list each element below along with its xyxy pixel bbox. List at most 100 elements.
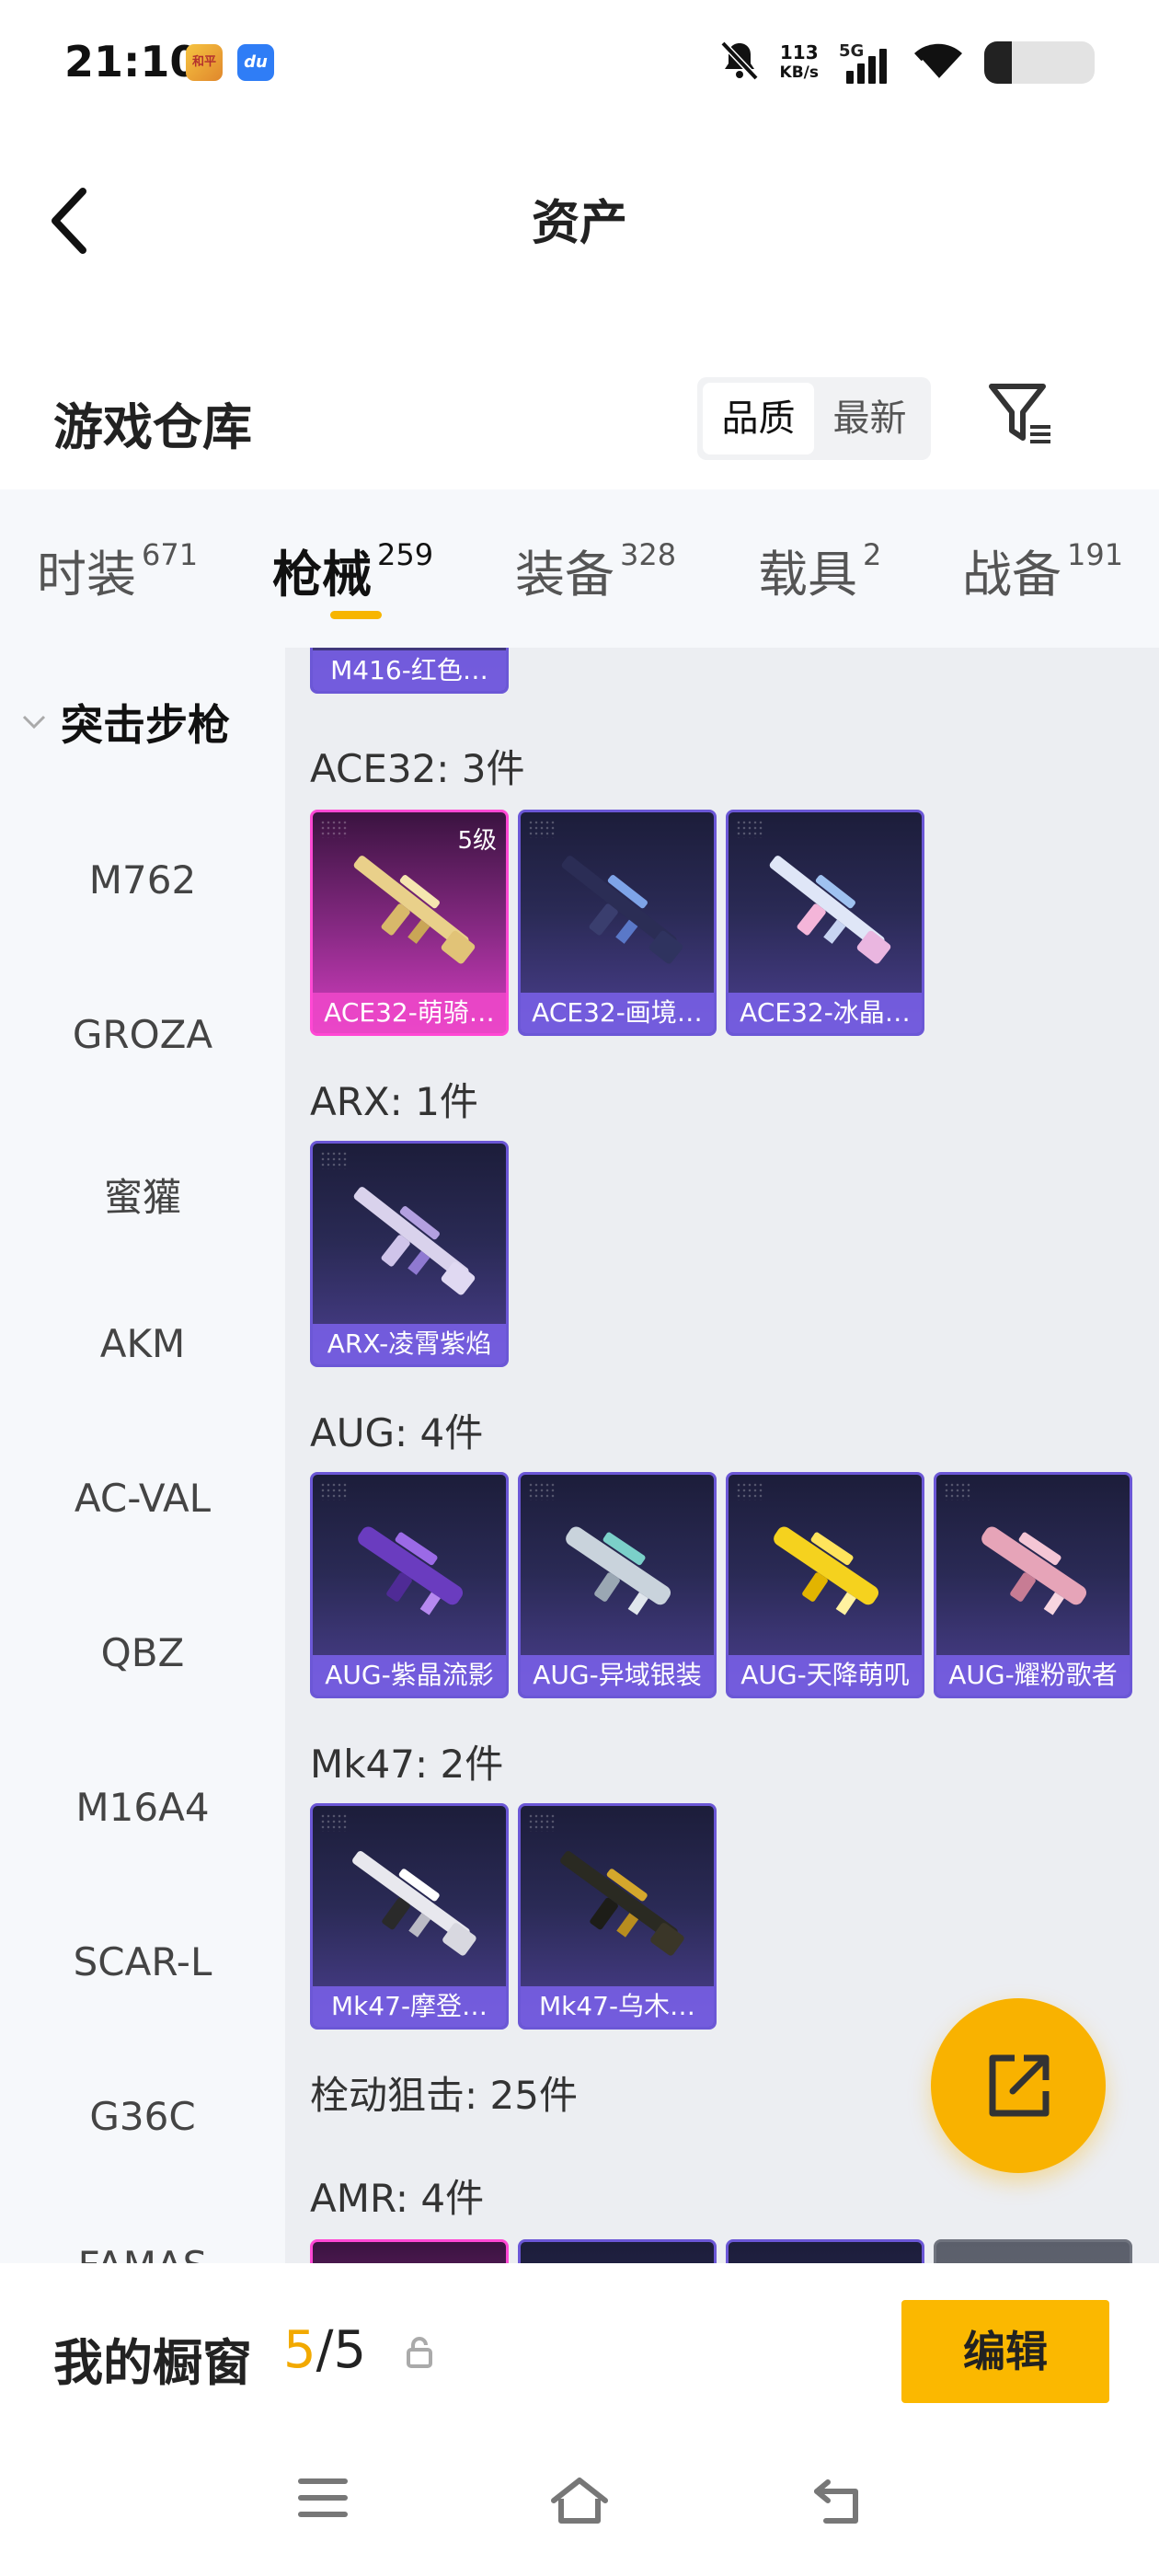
rifle-icon — [981, 1526, 1087, 1616]
weapon-card-label: ACE32-画境… — [521, 993, 714, 1033]
sort-option-newest[interactable]: 最新 — [814, 383, 925, 454]
signal-icon: 5G — [839, 41, 892, 84]
tab-supplies[interactable]: 战备 191 — [962, 534, 1123, 606]
sidebar-category-label: 突击步枪 — [61, 700, 230, 750]
sidebar-item-m16a4[interactable]: M16A4 — [0, 1785, 285, 1830]
system-nav-bar — [0, 2420, 1159, 2576]
weapon-card-label: ACE32-萌骑… — [313, 993, 506, 1033]
tab-equipment[interactable]: 装备 328 — [515, 534, 676, 606]
wifi-icon — [912, 40, 964, 85]
showcase-title: 我的橱窗 — [53, 2334, 252, 2392]
sidebar-item-qbz[interactable]: QBZ — [0, 1630, 285, 1675]
sidebar-item-g36c[interactable]: G36C — [0, 2094, 285, 2139]
active-tab-indicator — [330, 611, 382, 619]
tab-label: 战备 — [962, 546, 1061, 604]
tab-vehicles[interactable]: 载具 2 — [758, 534, 881, 606]
tab-count: 259 — [377, 537, 434, 572]
weapon-card-label: ARX-凌霄紫焰 — [313, 1324, 506, 1364]
group-title-amr: AMR: 4件 — [310, 2176, 485, 2221]
group-title-arx: ARX: 1件 — [310, 1079, 478, 1124]
warehouse-header: 游戏仓库 品质 最新 — [0, 368, 1159, 469]
weapon-card[interactable]: AUG-异域银装 — [518, 1472, 717, 1698]
tab-label: 载具 — [758, 546, 857, 604]
tab-label: 枪械 — [272, 546, 372, 604]
rifle-icon — [561, 856, 683, 964]
menu-icon[interactable] — [296, 2475, 350, 2521]
weapon-card-label: ACE32-冰晶… — [729, 993, 922, 1033]
weapon-card[interactable] — [726, 2239, 924, 2263]
filter-icon — [989, 384, 1050, 443]
weapon-card[interactable]: ARX-凌霄紫焰 — [310, 1141, 509, 1367]
page-header: 资产 — [0, 147, 1159, 276]
weapon-card[interactable]: Mk47-摩登… — [310, 1803, 509, 2030]
tab-label: 装备 — [515, 546, 614, 604]
tab-fashion[interactable]: 时装 671 — [37, 534, 198, 606]
weapon-card[interactable]: Mk47-乌木… — [518, 1803, 717, 2030]
sidebar-item-m762[interactable]: M762 — [0, 857, 285, 903]
weapon-card-label: AUG-天降萌叽 — [729, 1655, 922, 1696]
rifle-icon — [358, 1526, 464, 1616]
tab-count: 191 — [1067, 537, 1124, 572]
edit-button[interactable]: 编辑 — [901, 2300, 1109, 2403]
weapon-card[interactable]: ACE32-画境… — [518, 810, 717, 1036]
battery-icon — [984, 41, 1095, 84]
weapon-card[interactable]: M416-红色… — [310, 648, 509, 694]
home-icon[interactable] — [548, 2475, 611, 2526]
share-button[interactable] — [931, 1998, 1106, 2173]
lock-icon — [407, 2337, 432, 2368]
weapon-category-sidebar: 突击步枪 M762 GROZA 蜜獾 AKM AC-VAL QBZ M16A4 … — [0, 648, 285, 2263]
net-speed: 113 KB/s — [780, 42, 819, 83]
weapon-card[interactable] — [518, 2239, 717, 2263]
rifle-icon — [769, 856, 891, 964]
weapon-card-label: Mk47-摩登… — [313, 1986, 506, 2027]
back-nav-icon[interactable] — [809, 2475, 863, 2526]
weapon-card-label: AUG-耀粉歌者 — [936, 1655, 1130, 1696]
rifle-icon — [352, 1851, 476, 1956]
filter-button[interactable] — [984, 377, 1058, 451]
tab-count: 671 — [142, 537, 199, 572]
sidebar-item-scar-l[interactable]: SCAR-L — [0, 1939, 285, 1984]
weapon-card[interactable]: ACE32-冰晶… — [726, 810, 924, 1036]
rifle-icon — [566, 1526, 671, 1616]
weapon-card[interactable]: 5级 ACE32-萌骑… — [310, 810, 509, 1036]
network-type: 5G — [839, 41, 865, 61]
weapon-card-label: AUG-异域银装 — [521, 1655, 714, 1696]
tab-label: 时装 — [37, 546, 136, 604]
weapon-card[interactable] — [310, 2239, 509, 2263]
du-app-icon: du — [237, 44, 274, 81]
status-time: 21:10 — [64, 37, 200, 86]
tab-count: 328 — [620, 537, 677, 572]
weapon-card-label: Mk47-乌木… — [521, 1986, 714, 2027]
sort-toggle: 品质 最新 — [697, 377, 931, 460]
showcase-count: 5/5 — [283, 2320, 366, 2380]
section-title-bolt-sniper: 栓动狙击: 25件 — [310, 2073, 578, 2118]
weapon-card-label: M416-红色… — [313, 650, 506, 691]
tab-count: 2 — [863, 537, 882, 572]
warehouse-title: 游戏仓库 — [53, 398, 252, 456]
sort-option-quality[interactable]: 品质 — [703, 383, 814, 454]
weapon-card[interactable]: AUG-天降萌叽 — [726, 1472, 924, 1698]
sidebar-item-groza[interactable]: GROZA — [0, 1012, 285, 1057]
sidebar-item-honey-badger[interactable]: 蜜獾 — [0, 1167, 285, 1223]
showcase-total: 5 — [333, 2320, 367, 2380]
net-speed-unit: KB/s — [779, 63, 819, 82]
group-title-aug: AUG: 4件 — [310, 1410, 484, 1455]
group-title-mk47: Mk47: 2件 — [310, 1742, 504, 1787]
net-speed-value: 113 — [779, 41, 819, 63]
share-icon — [989, 2054, 1050, 2117]
showcase-current: 5 — [283, 2320, 316, 2380]
weapon-card[interactable]: AUG-紫晶流影 — [310, 1472, 509, 1698]
weapon-card[interactable] — [934, 2239, 1132, 2263]
showcase-bar: 我的橱窗 5/5 编辑 — [0, 2263, 1159, 2420]
weapon-card-label: AUG-紫晶流影 — [313, 1655, 506, 1696]
weapon-card[interactable]: AUG-耀粉歌者 — [934, 1472, 1132, 1698]
rifle-icon — [774, 1526, 879, 1616]
sidebar-category-assault-rifle[interactable]: 突击步枪 — [20, 692, 230, 753]
sidebar-item-ac-val[interactable]: AC-VAL — [0, 1476, 285, 1521]
tab-weapons[interactable]: 枪械 259 — [272, 534, 433, 606]
rifle-icon — [560, 1851, 684, 1956]
group-title-ace32: ACE32: 3件 — [310, 746, 525, 791]
sidebar-item-famas[interactable]: FAMAS — [0, 2243, 285, 2263]
sidebar-item-akm[interactable]: AKM — [0, 1321, 285, 1366]
mute-bell-icon — [719, 40, 760, 86]
